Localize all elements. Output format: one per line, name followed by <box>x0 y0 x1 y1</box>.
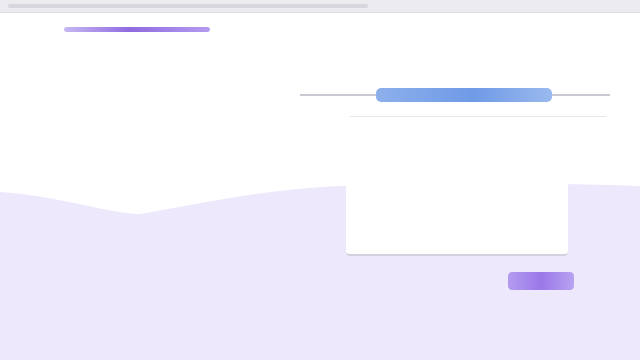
form-divider <box>350 116 606 117</box>
signin-form <box>300 60 610 260</box>
app-logo[interactable] <box>64 24 210 34</box>
google-signin-row <box>300 88 610 102</box>
email-field[interactable] <box>346 180 568 256</box>
continue-with-google-button[interactable] <box>376 88 552 102</box>
logo-wordmark <box>64 26 210 32</box>
next-button[interactable] <box>508 272 574 290</box>
